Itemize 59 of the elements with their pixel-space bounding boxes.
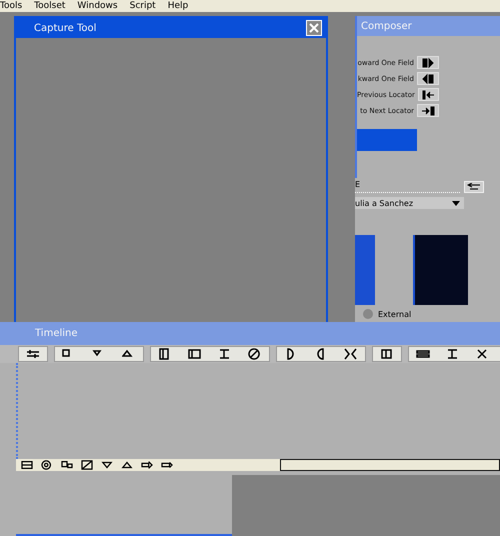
menu-item[interactable]: Tools [0,1,22,11]
toolbar-button[interactable] [100,460,114,470]
toolbar-button[interactable] [379,348,395,360]
equals-icon [416,348,430,360]
step-icon [421,104,435,116]
film-icon [158,348,172,360]
menu-item[interactable]: Script [130,1,156,11]
step-button[interactable] [417,72,439,85]
toolbar-button[interactable] [20,460,34,470]
window-title: Composer [361,20,412,32]
toolbar-button[interactable] [25,348,41,360]
no-entry-icon [248,348,262,360]
toolbar-button[interactable] [120,460,134,470]
close-button[interactable] [306,20,322,36]
i-beam-icon [446,348,460,360]
monitors-icon [60,460,74,470]
window-title: Capture Tool [34,22,96,34]
toolbar-button[interactable] [140,460,154,470]
toolbar-button[interactable] [343,348,359,360]
target-icon [40,460,54,470]
video-monitor [413,235,468,305]
list-icon [20,460,34,470]
down-triangle-icon [100,460,114,470]
step-button[interactable] [417,56,439,69]
diagonal-icon [80,460,94,470]
menu-item[interactable]: Toolset [34,1,66,11]
film-frame-icon [188,348,202,360]
step-icon [421,88,436,100]
toolbar-button[interactable] [187,348,203,360]
text-field[interactable]: E [355,180,460,193]
arrow-icon [140,460,154,470]
menu-item[interactable]: Windows [77,1,118,11]
columns-icon [380,348,394,360]
dropdown[interactable]: ulia a Sanchez [355,197,464,209]
arrow-icon [467,182,481,190]
bracket-icon [344,348,358,360]
menu-item[interactable]: Help [168,1,188,11]
caret-icon [452,200,460,206]
sliders-icon [26,348,40,360]
i-beam-icon [218,348,232,360]
radio-button[interactable] [363,309,373,319]
arrow-button[interactable] [464,180,484,192]
step-button[interactable] [418,88,439,101]
up-triangle-icon [120,460,134,470]
option-label: External [378,310,412,318]
toolbar-button[interactable] [247,348,263,360]
toolbar-button[interactable] [60,460,74,470]
level-meter [355,235,375,305]
toolbar-button[interactable] [160,460,174,470]
arrow-icon [160,460,174,470]
step-button[interactable] [417,104,439,117]
step-icon [421,56,435,68]
toolbar-button[interactable] [40,460,54,470]
close-icon [309,23,319,33]
window-title: Timeline [35,328,78,339]
header-bar [357,129,417,151]
step-icon [421,72,435,84]
toolbar-button[interactable] [415,348,431,360]
toolbar-button[interactable] [80,460,94,470]
